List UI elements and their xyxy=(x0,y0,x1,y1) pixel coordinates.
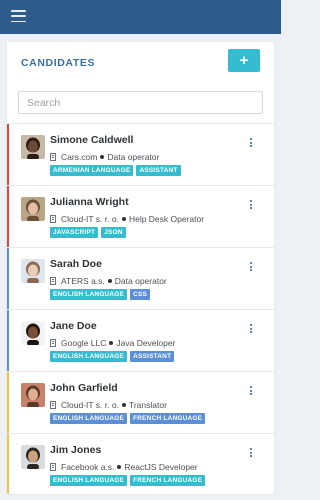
candidates-panel: CANDIDATES + Simone Caldwell Cars.com Data… xyxy=(7,42,274,494)
building-icon xyxy=(50,277,56,285)
separator-dot xyxy=(107,279,112,283)
hamburger-icon[interactable] xyxy=(11,10,26,23)
skill-tag: ASSISTANT xyxy=(136,165,181,176)
candidate-meta: Cars.com Data operator xyxy=(50,152,159,162)
status-stripe xyxy=(7,372,9,433)
candidate-name: Julianna Wright xyxy=(50,196,129,208)
job-role: Data operator xyxy=(107,152,160,162)
skill-tag: FRENCH LANGUAGE xyxy=(130,475,206,486)
skill-tag: ASSISTANT xyxy=(130,351,175,362)
tag-list: JAVASCRIPT JSON xyxy=(50,227,126,238)
candidate-meta: ATERS a.s. Data operator xyxy=(50,276,167,286)
skill-tag: JAVASCRIPT xyxy=(50,227,99,238)
skill-tag: ENGLISH LANGUAGE xyxy=(50,289,128,300)
building-icon xyxy=(50,463,56,471)
company-name: Cloud-IT s. r. o. xyxy=(61,214,119,224)
company-name: Google LLC xyxy=(61,338,107,348)
building-icon xyxy=(50,153,56,161)
panel-header: CANDIDATES + xyxy=(7,42,274,88)
status-stripe xyxy=(7,434,9,494)
skill-tag: JSON xyxy=(101,227,126,238)
tag-list: ENGLISH LANGUAGE ASSISTANT xyxy=(50,351,175,362)
more-options-icon[interactable] xyxy=(247,386,255,398)
separator-dot xyxy=(121,403,126,407)
separator-dot xyxy=(117,465,122,469)
candidate-row[interactable]: Julianna Wright Cloud-IT s. r. o. Help Des… xyxy=(7,186,274,248)
job-role: Help Desk Operator xyxy=(128,214,205,224)
tag-list: ENGLISH LANGUAGE FRENCH LANGUAGE xyxy=(50,475,206,486)
top-bar xyxy=(0,0,281,34)
avatar xyxy=(21,135,45,159)
building-icon xyxy=(50,401,56,409)
page-title: CANDIDATES xyxy=(21,57,96,69)
tag-list: ENGLISH LANGUAGE FRENCH LANGUAGE xyxy=(50,413,206,424)
job-role: ReactJS Developer xyxy=(124,462,198,472)
tag-list: ARMENIAN LANGUAGE ASSISTANT xyxy=(50,165,181,176)
status-stripe xyxy=(7,248,9,309)
candidate-name: Sarah Doe xyxy=(50,258,102,270)
candidate-row[interactable]: Jane Doe Google LLC Java Developer ENGLISH … xyxy=(7,310,274,372)
candidate-name: Jim Jones xyxy=(50,444,102,456)
building-icon xyxy=(50,339,56,347)
company-name: Cloud-IT s. r. o. xyxy=(61,400,119,410)
avatar xyxy=(21,383,45,407)
search-input[interactable] xyxy=(18,91,263,114)
company-name: Facebook a.s. xyxy=(61,462,115,472)
candidate-row[interactable]: John Garfield Cloud-IT s. r. o. Translator… xyxy=(7,372,274,434)
skill-tag: ENGLISH LANGUAGE xyxy=(50,351,128,362)
skill-tag: FRENCH LANGUAGE xyxy=(130,413,206,424)
more-options-icon[interactable] xyxy=(247,200,255,212)
job-role: Data operator xyxy=(114,276,167,286)
separator-dot xyxy=(100,155,105,159)
more-options-icon[interactable] xyxy=(247,324,255,336)
more-options-icon[interactable] xyxy=(247,262,255,274)
more-options-icon[interactable] xyxy=(247,448,255,460)
candidate-row[interactable]: Jim Jones Facebook a.s. ReactJS Developer E… xyxy=(7,434,274,494)
separator-dot xyxy=(109,341,114,345)
company-name: ATERS a.s. xyxy=(61,276,105,286)
skill-tag: ENGLISH LANGUAGE xyxy=(50,475,128,486)
candidate-meta: Cloud-IT s. r. o. Translator xyxy=(50,400,167,410)
tag-list: ENGLISH LANGUAGE CSS xyxy=(50,289,151,300)
job-role: Translator xyxy=(128,400,167,410)
skill-tag: CSS xyxy=(130,289,151,300)
status-stripe xyxy=(7,124,9,185)
candidate-name: Jane Doe xyxy=(50,320,97,332)
status-stripe xyxy=(7,186,9,247)
avatar xyxy=(21,321,45,345)
candidate-name: Simone Caldwell xyxy=(50,134,134,146)
candidate-list: Simone Caldwell Cars.com Data operator ARME… xyxy=(7,123,274,494)
status-stripe xyxy=(7,310,9,371)
job-role: Java Developer xyxy=(116,338,176,348)
avatar xyxy=(21,197,45,221)
separator-dot xyxy=(121,217,126,221)
candidate-name: John Garfield xyxy=(50,382,118,394)
candidate-row[interactable]: Sarah Doe ATERS a.s. Data operator ENGLISH … xyxy=(7,248,274,310)
avatar xyxy=(21,259,45,283)
add-candidate-button[interactable]: + xyxy=(228,49,260,72)
candidate-row[interactable]: Simone Caldwell Cars.com Data operator ARME… xyxy=(7,124,274,186)
avatar xyxy=(21,445,45,469)
company-name: Cars.com xyxy=(61,152,98,162)
skill-tag: ARMENIAN LANGUAGE xyxy=(50,165,134,176)
skill-tag: ENGLISH LANGUAGE xyxy=(50,413,128,424)
building-icon xyxy=(50,215,56,223)
candidate-meta: Cloud-IT s. r. o. Help Desk Operator xyxy=(50,214,204,224)
candidate-meta: Google LLC Java Developer xyxy=(50,338,175,348)
candidate-meta: Facebook a.s. ReactJS Developer xyxy=(50,462,198,472)
more-options-icon[interactable] xyxy=(247,138,255,150)
